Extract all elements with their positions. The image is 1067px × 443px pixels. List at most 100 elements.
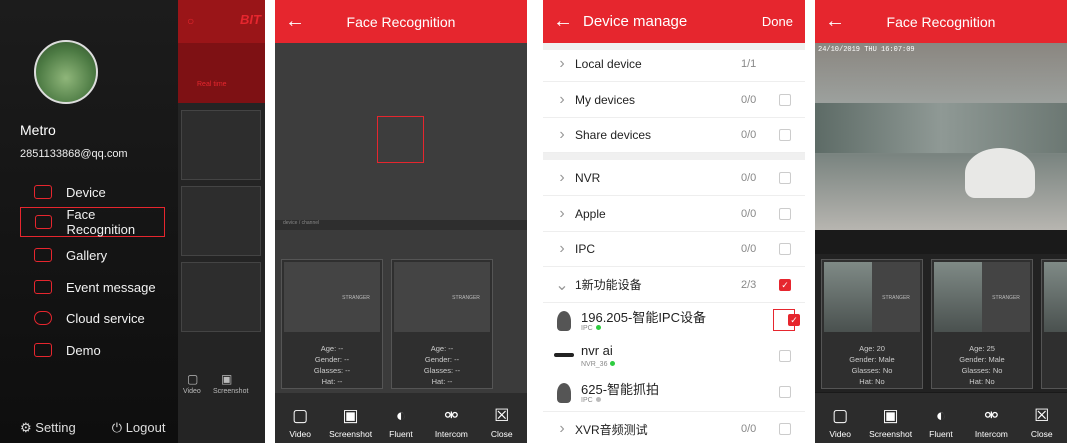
device-checkbox-checked[interactable]: ✓ — [788, 314, 800, 326]
stranger-tag: STRANGER — [992, 295, 1020, 301]
device-name: nvr ai — [581, 343, 613, 358]
realtime-tab: Real time — [197, 81, 227, 88]
device-type-label: IPC — [581, 325, 593, 332]
menu-item-demo[interactable]: Demo — [20, 335, 165, 365]
device-row[interactable]: nvr ai NVR_36 — [543, 339, 805, 375]
group-name: NVR — [575, 170, 601, 185]
face-recognition-live-panel: ← Face Recognition 24/10/2019 THU 16:07:… — [815, 0, 1067, 443]
gender-text: Gender: Male — [849, 355, 895, 364]
logout-button[interactable]: ⏻ Logout — [112, 420, 166, 436]
menu-item-label: Device — [66, 184, 106, 200]
device-row[interactable]: 196.205-智能IPC设备 IPC ✓ — [543, 303, 805, 339]
screenshot-icon: ▣ — [342, 406, 359, 425]
group-checkbox[interactable] — [779, 207, 791, 220]
glasses-text: Glasses: No — [961, 366, 1003, 375]
user-name: Metro — [20, 122, 56, 138]
group-count: 0/0 — [741, 207, 757, 220]
group-checkbox-checked[interactable]: ✓ — [779, 278, 791, 291]
page-title: Face Recognition — [886, 13, 996, 30]
video-view[interactable] — [275, 43, 527, 220]
group-row[interactable]: › Local device 1/1 — [543, 46, 805, 82]
divider — [543, 153, 805, 160]
group-row[interactable]: › My devices 0/0 — [543, 82, 805, 118]
device-type-label: NVR_36 — [581, 361, 608, 368]
video-button[interactable]: ▢ Video — [276, 405, 324, 439]
drawer-footer: ⚙ Setting ⏻ Logout — [20, 420, 165, 436]
menu-item-event-message[interactable]: Event message — [20, 272, 165, 302]
face-card[interactable]: STRANGER Age: 20 Gender: Male Glasses: N… — [821, 259, 923, 389]
logout-label: Logout — [125, 420, 166, 435]
setting-button[interactable]: ⚙ Setting — [20, 420, 76, 436]
face-recognition-empty-panel: ← Face Recognition device / channel STRA… — [275, 0, 527, 443]
close-button[interactable]: ☒ Close — [1018, 405, 1066, 439]
stranger-tag: STRANGER — [342, 295, 370, 301]
group-row[interactable]: › IPC 0/0 — [543, 231, 805, 267]
fluent-button[interactable]: ◐ Fluent — [377, 405, 425, 439]
toolbar-label: Screenshot — [869, 429, 913, 439]
group-checkbox[interactable] — [779, 93, 791, 106]
monitor-icon — [34, 343, 52, 357]
group-count: 0/0 — [741, 93, 757, 106]
group-row-expanded[interactable]: ⌄ 1新功能设备 2/3 ✓ — [543, 267, 805, 303]
back-arrow-icon[interactable]: ← — [553, 10, 583, 33]
video-button[interactable]: ▢ Video — [816, 405, 864, 439]
video-timestamp: 24/10/2019 THU 16:07:09 — [818, 46, 915, 54]
gender-text: Gender: -- — [314, 355, 350, 364]
menu-item-label: Cloud service — [66, 310, 145, 326]
device-type: NVR_36 — [581, 361, 616, 368]
age-text: Age: -- — [430, 344, 454, 353]
back-arrow-icon[interactable]: ← — [825, 10, 855, 33]
menu-item-cloud-service[interactable]: Cloud service — [20, 303, 165, 333]
page-title: Face Recognition — [346, 13, 456, 30]
chevron-right-icon: › — [559, 204, 565, 222]
face-card-partial[interactable] — [1041, 259, 1067, 389]
group-count: 1/1 — [741, 57, 757, 70]
device-checkbox[interactable] — [779, 350, 791, 362]
group-count: 0/0 — [741, 242, 757, 255]
group-row[interactable]: › XVR音频测试 0/0 — [543, 411, 805, 443]
device-row[interactable]: 625-智能抓拍 IPC — [543, 375, 805, 411]
group-row[interactable]: › Apple 0/0 — [543, 196, 805, 232]
group-checkbox[interactable] — [779, 242, 791, 255]
done-button[interactable]: Done — [762, 14, 793, 29]
group-checkbox[interactable] — [779, 423, 791, 435]
group-row[interactable]: › NVR 0/0 — [543, 160, 805, 196]
close-button[interactable]: ☒ Close — [478, 405, 526, 439]
group-name: Share devices — [575, 127, 652, 142]
menu-item-face-recognition[interactable]: Face Recognition — [20, 207, 165, 237]
chevron-right-icon: › — [559, 54, 565, 72]
face-card-list: STRANGER Age: 20 Gender: Male Glasses: N… — [815, 254, 1067, 392]
contrast-icon: ◐ — [935, 406, 947, 425]
menu-item-gallery[interactable]: Gallery — [20, 240, 165, 270]
avatar[interactable] — [34, 40, 98, 104]
background-header: ○ BIT — [175, 0, 265, 43]
toolbar-label: Close — [490, 429, 513, 439]
face-card[interactable]: STRANGER Age: 25 Gender: Male Glasses: N… — [931, 259, 1033, 389]
group-checkbox[interactable] — [779, 128, 791, 141]
video-view[interactable]: 24/10/2019 THU 16:07:09 — [815, 43, 1067, 230]
group-name: My devices — [575, 92, 636, 107]
group-row[interactable]: › Share devices 0/0 — [543, 117, 805, 153]
back-arrow-icon[interactable]: ← — [285, 10, 315, 33]
intercom-button[interactable]: ⚮ Intercom — [967, 405, 1015, 439]
chevron-right-icon: › — [559, 90, 565, 108]
captured-face-image — [284, 262, 332, 332]
face-card[interactable]: STRANGER Age: -- Gender: -- Glasses: -- … — [281, 259, 383, 389]
device-type: IPC — [581, 397, 601, 404]
intercom-button[interactable]: ⚮ Intercom — [427, 405, 475, 439]
face-card[interactable]: STRANGER Age: -- Gender: -- Glasses: -- … — [391, 259, 493, 389]
screenshot-button[interactable]: ▣ Screenshot — [327, 405, 375, 439]
group-checkbox[interactable] — [779, 171, 791, 184]
menu-item-device[interactable]: Device — [20, 177, 165, 207]
side-menu-panel: ○ BIT Real time ▢ ▣ Video Screenshot Met… — [0, 0, 265, 443]
menu-item-label: Demo — [66, 342, 101, 358]
screenshot-button[interactable]: ▣ Screenshot — [867, 405, 915, 439]
bottom-toolbar: ▢ Video ▣ Screenshot ◐ Fluent ⚮ Intercom ☒ Cl… — [815, 393, 1067, 443]
header: ← Device manage Done — [543, 0, 805, 43]
fluent-button[interactable]: ◐ Fluent — [917, 405, 965, 439]
captured-face-image — [934, 262, 982, 332]
device-checkbox[interactable] — [779, 386, 791, 398]
chevron-right-icon: › — [559, 125, 565, 143]
bottom-toolbar: ▢ Video ▣ Screenshot ◐ Fluent ⚮ Intercom ☒ Cl… — [275, 393, 527, 443]
video-icon: ▢ — [292, 406, 309, 425]
